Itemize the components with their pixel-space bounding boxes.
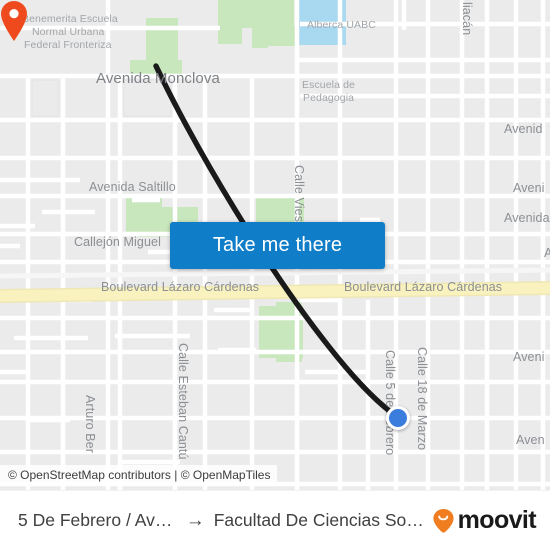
map-canvas[interactable]: Benemerita Escuela Normal Urbana Federal…	[0, 0, 550, 490]
take-me-there-button[interactable]: Take me there	[170, 222, 385, 269]
moovit-logo[interactable]: moovit	[432, 506, 537, 534]
moovit-map-screen: Benemerita Escuela Normal Urbana Federal…	[0, 0, 550, 550]
route-destination-label: Facultad De Ciencias Social...	[213, 510, 426, 530]
map-attribution[interactable]: © OpenStreetMap contributors | © OpenMap…	[0, 465, 278, 485]
arrow-right-icon: →	[185, 509, 205, 531]
moovit-pin-icon	[433, 508, 454, 533]
destination-dot-core	[389, 409, 407, 427]
destination-marker-dot[interactable]	[386, 406, 410, 430]
route-origin-label: 5 De Febrero / Aveni...	[18, 510, 177, 530]
origin-marker-pin[interactable]	[0, 0, 28, 42]
route-summary[interactable]: 5 De Febrero / Aveni... → Facultad De Ci…	[18, 510, 426, 532]
bottom-route-bar: 5 De Febrero / Aveni... → Facultad De Ci…	[0, 490, 550, 550]
moovit-wordmark: moovit	[457, 506, 537, 534]
